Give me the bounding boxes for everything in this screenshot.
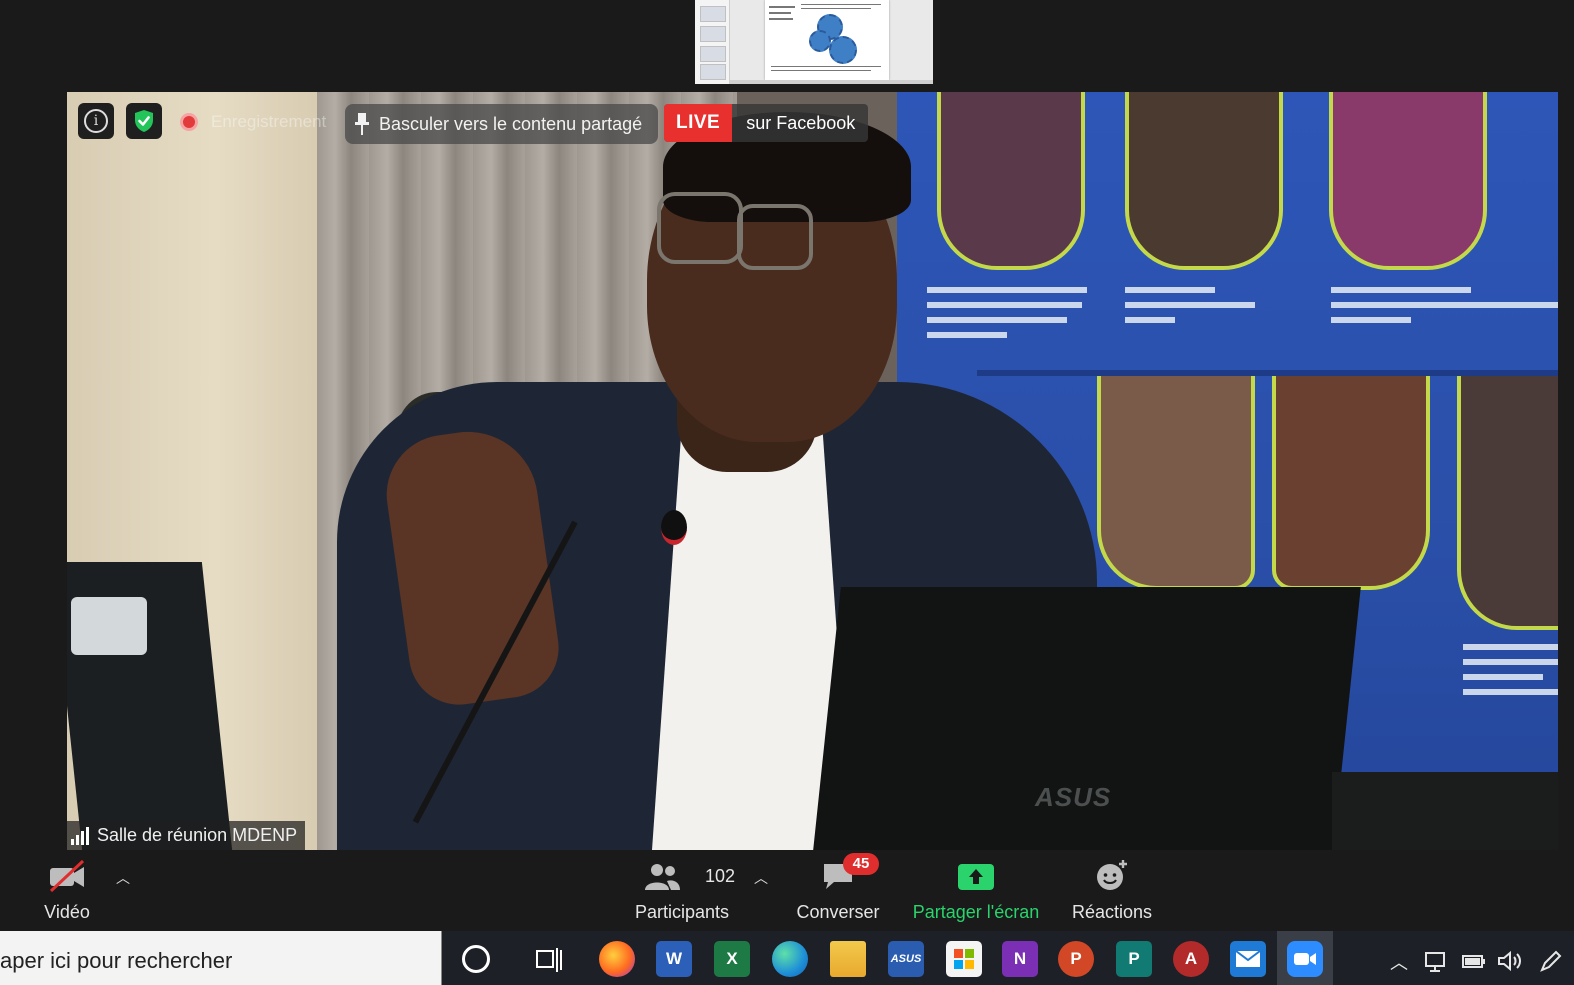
pen-icon[interactable] — [1539, 949, 1563, 978]
video-button[interactable]: Vidéo — [20, 850, 114, 931]
share-screen-button[interactable]: Partager l'écran — [906, 850, 1046, 931]
excel-icon[interactable]: X — [714, 941, 750, 977]
asus-app-icon[interactable]: ASUS — [888, 941, 924, 977]
participants-label: Participants — [634, 902, 730, 922]
switch-to-shared-content-button[interactable]: Basculer vers le contenu partagé — [345, 104, 659, 144]
reactions-button[interactable]: Réactions — [1064, 850, 1160, 931]
participant-name-tag: Salle de réunion MDENP — [67, 821, 306, 850]
video-off-icon — [49, 860, 85, 892]
shared-content-thumbnail[interactable] — [695, 0, 933, 84]
live-destination-label: sur Facebook — [746, 112, 856, 133]
switch-to-shared-content-label: Basculer vers le contenu partagé — [379, 113, 643, 134]
access-icon[interactable]: A — [1173, 941, 1209, 977]
powerpoint-icon[interactable]: P — [1058, 941, 1094, 977]
edge-icon[interactable] — [772, 941, 808, 977]
glasses — [657, 192, 743, 264]
video-label: Vidéo — [44, 902, 90, 922]
onenote-icon[interactable]: N — [1002, 941, 1038, 977]
chat-unread-badge: 45 — [843, 853, 879, 875]
security-shield-icon[interactable] — [126, 103, 162, 139]
video-options-caret-icon[interactable]: ︿ — [116, 868, 130, 888]
recording-indicator[interactable]: Enregistrement — [180, 108, 326, 136]
word-icon[interactable]: W — [656, 941, 692, 977]
reactions-icon — [1097, 860, 1127, 890]
signal-strength-icon — [71, 826, 89, 845]
recording-dot-icon — [180, 113, 198, 131]
network-icon[interactable] — [1425, 950, 1451, 977]
thumbnail-slide-panel — [695, 0, 730, 84]
store-icon[interactable] — [946, 941, 982, 977]
battery-icon[interactable] — [1461, 952, 1487, 975]
publisher-icon[interactable]: P — [1116, 941, 1152, 977]
file-explorer-icon[interactable] — [830, 941, 866, 977]
laptop-brand-logo: ASUS — [1035, 782, 1112, 812]
main-video-feed[interactable]: ASUS — [67, 92, 1558, 850]
participants-button[interactable]: Participants — [620, 850, 744, 931]
zoom-icon[interactable] — [1287, 941, 1323, 977]
tray-expand-icon[interactable]: ︿ — [1390, 949, 1408, 975]
firefox-icon[interactable] — [599, 941, 635, 977]
cortana-icon[interactable] — [462, 945, 490, 973]
participants-count: 102 — [705, 866, 736, 886]
reactions-label: Réactions — [1071, 902, 1153, 922]
meeting-controls-bar: Vidéo ︿ Participants 102 ︿ Converser Par… — [0, 850, 1574, 931]
participant-name: Salle de réunion MDENP — [97, 825, 298, 845]
participants-options-caret-icon[interactable]: ︿ — [754, 868, 768, 888]
share-screen-icon — [958, 864, 994, 890]
chat-label: Converser — [796, 902, 880, 922]
participants-icon — [645, 864, 680, 890]
live-badge: LIVE — [664, 104, 733, 142]
meeting-info-icon[interactable]: i — [78, 103, 114, 139]
live-stream-indicator[interactable]: LIVE sur Facebook — [664, 104, 869, 142]
volume-icon[interactable] — [1497, 950, 1523, 977]
task-view-icon[interactable] — [536, 948, 562, 977]
recording-label: Enregistrement — [211, 112, 327, 131]
share-screen-label: Partager l'écran — [912, 902, 1040, 922]
pin-icon — [355, 113, 369, 135]
thumbnail-document-page — [765, 0, 889, 80]
taskbar-search-placeholder: aper ici pour rechercher — [0, 948, 233, 973]
mail-icon[interactable] — [1230, 941, 1266, 977]
